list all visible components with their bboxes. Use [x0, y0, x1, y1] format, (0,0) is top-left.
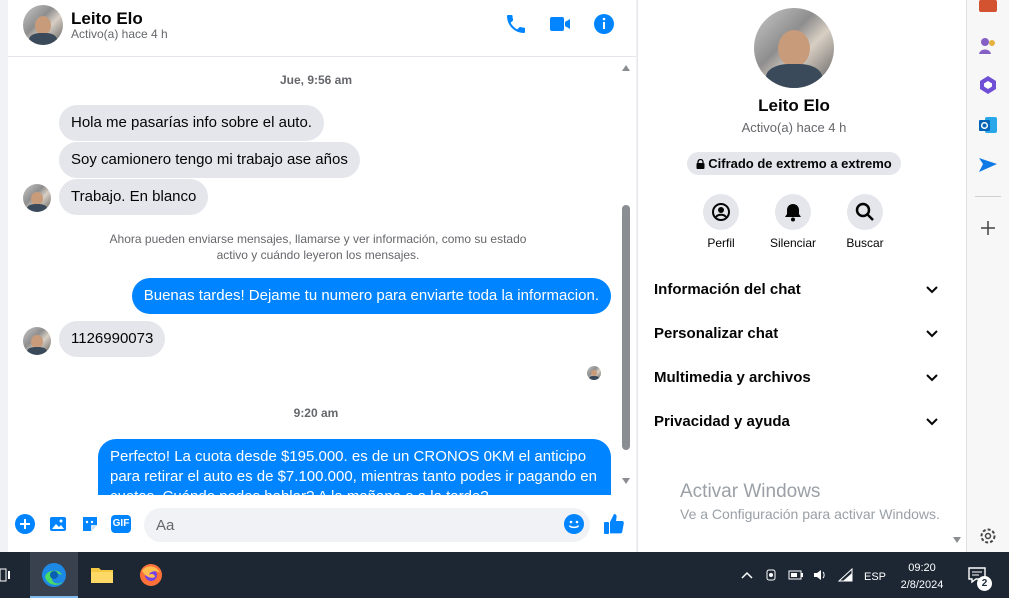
contact-name[interactable]: Leito Elo [71, 9, 143, 29]
language-indicator[interactable]: ESP [864, 571, 886, 583]
gif-icon[interactable]: GIF [111, 515, 131, 533]
profile-icon [712, 203, 730, 221]
message-line: Perfecto! La cuota desde $195.000. es de… [110, 448, 587, 465]
mute-button[interactable] [775, 194, 811, 230]
scroll-thumb[interactable] [622, 205, 630, 450]
send-icon[interactable] [977, 154, 999, 176]
profile-button[interactable] [703, 194, 739, 230]
taskbar-file-explorer[interactable] [78, 552, 126, 598]
briefcase-icon[interactable] [977, 0, 999, 16]
profile-name: Leito Elo [758, 96, 830, 115]
section-label: Multimedia y archivos [654, 369, 811, 386]
clock-time[interactable]: 09:20 [890, 562, 954, 574]
task-view-icon[interactable] [0, 567, 12, 583]
scroll-down-arrow-icon[interactable] [952, 536, 962, 544]
sender-avatar[interactable] [23, 184, 51, 212]
add-icon[interactable] [977, 217, 999, 239]
meet-icon[interactable] [764, 568, 778, 582]
section-chat-info[interactable]: Información del chat [654, 270, 944, 310]
mute-label: Silenciar [769, 236, 817, 250]
incoming-message[interactable]: Trabajo. En blanco [59, 179, 209, 215]
info-icon[interactable] [592, 12, 616, 36]
encryption-badge[interactable]: Cifrado de extremo a extremo [687, 152, 901, 175]
sticker-icon[interactable] [80, 514, 100, 534]
contact-avatar[interactable] [23, 5, 63, 45]
profile-avatar[interactable] [754, 8, 834, 88]
windows-taskbar: ESP 09:20 2/8/2024 2 [0, 552, 1009, 598]
emoji-icon[interactable] [564, 514, 584, 534]
firefox-icon [140, 564, 162, 586]
image-icon[interactable] [48, 514, 68, 534]
chevron-up-icon[interactable] [741, 570, 753, 580]
composer: GIF [8, 495, 636, 552]
search-label: Buscar [846, 236, 884, 250]
message-line: para retirar el auto es de $7.100.000, m… [110, 468, 597, 485]
incoming-message[interactable]: 1126990073 [59, 321, 166, 357]
timestamp: 9:20 am [293, 406, 339, 420]
edge-icon [42, 563, 66, 587]
notice-line: Ahora pueden enviarse mensajes, llamarse… [109, 232, 527, 246]
battery-icon[interactable] [788, 569, 804, 581]
system-notice: Ahora pueden enviarse mensajes, llamarse… [88, 231, 548, 263]
scroll-down-arrow-icon[interactable] [621, 477, 631, 485]
section-label: Personalizar chat [654, 325, 779, 342]
notification-badge: 2 [977, 576, 992, 591]
outlook-icon[interactable] [977, 114, 999, 136]
video-icon[interactable] [548, 12, 572, 36]
gear-icon[interactable] [977, 525, 999, 547]
section-label: Información del chat [654, 281, 801, 298]
read-receipt-avatar [587, 366, 601, 380]
taskbar-edge[interactable] [30, 552, 78, 598]
incoming-message[interactable]: Soy camionero tengo mi trabajo ase años [59, 142, 360, 178]
folder-icon [91, 568, 113, 583]
encryption-label: Cifrado de extremo a extremo [708, 156, 892, 171]
browser-sidebar [966, 0, 1009, 552]
profile-status: Activo(a) hace 4 h [741, 120, 847, 135]
conversation-info-panel: Leito Elo Activo(a) hace 4 h Cifrado de … [637, 0, 966, 552]
phone-icon[interactable] [504, 12, 528, 36]
section-customize-chat[interactable]: Personalizar chat [654, 314, 944, 354]
volume-icon[interactable] [812, 568, 828, 582]
sender-avatar[interactable] [23, 327, 51, 355]
message-input[interactable] [144, 508, 590, 542]
chat-header: Leito Elo Activo(a) hace 4 h [8, 0, 636, 57]
profile-label: Perfil [707, 236, 735, 250]
divider [975, 196, 1001, 197]
message-list: Jue, 9:56 am Hola me pasarías info sobre… [8, 57, 624, 495]
like-icon[interactable] [602, 512, 626, 536]
clock-date[interactable]: 2/8/2024 [890, 579, 954, 591]
chevron-down-icon [926, 374, 938, 382]
bell-icon [785, 204, 801, 222]
scroll-up-arrow-icon[interactable] [621, 64, 631, 72]
message-line: cuotas. Cuándo podes hablar? A la mañana… [110, 487, 599, 495]
activate-windows-title: Activar Windows [680, 481, 821, 502]
activate-windows-subtitle: Ve a Configuración para activar Windows. [680, 506, 940, 522]
timestamp: Jue, 9:56 am [279, 73, 353, 87]
chat-panel: Leito Elo Activo(a) hace 4 h Jue, 9:56 a… [8, 0, 636, 552]
chevron-down-icon [926, 418, 938, 426]
chevron-down-icon [926, 330, 938, 338]
search-icon [855, 202, 874, 221]
section-privacy-help[interactable]: Privacidad y ayuda [654, 402, 944, 442]
notice-line: activo y cuándo leyeron los mensajes. [216, 248, 420, 262]
outgoing-message[interactable]: Buenas tardes! Dejame tu numero para env… [131, 278, 611, 314]
chevron-down-icon [926, 286, 938, 294]
search-button[interactable] [847, 194, 883, 230]
incoming-message[interactable]: Hola me pasarías info sobre el auto. [59, 105, 324, 141]
section-label: Privacidad y ayuda [654, 413, 790, 430]
office-icon[interactable] [977, 74, 999, 96]
lock-icon [696, 158, 705, 169]
contact-status: Activo(a) hace 4 h [71, 27, 168, 41]
wifi-icon[interactable] [838, 568, 854, 582]
outgoing-message[interactable]: Perfecto! La cuota desde $195.000. es de… [98, 439, 611, 495]
taskbar-firefox[interactable] [127, 552, 175, 598]
games-icon[interactable] [977, 34, 999, 56]
plus-icon[interactable] [15, 514, 35, 534]
section-media-files[interactable]: Multimedia y archivos [654, 358, 944, 398]
